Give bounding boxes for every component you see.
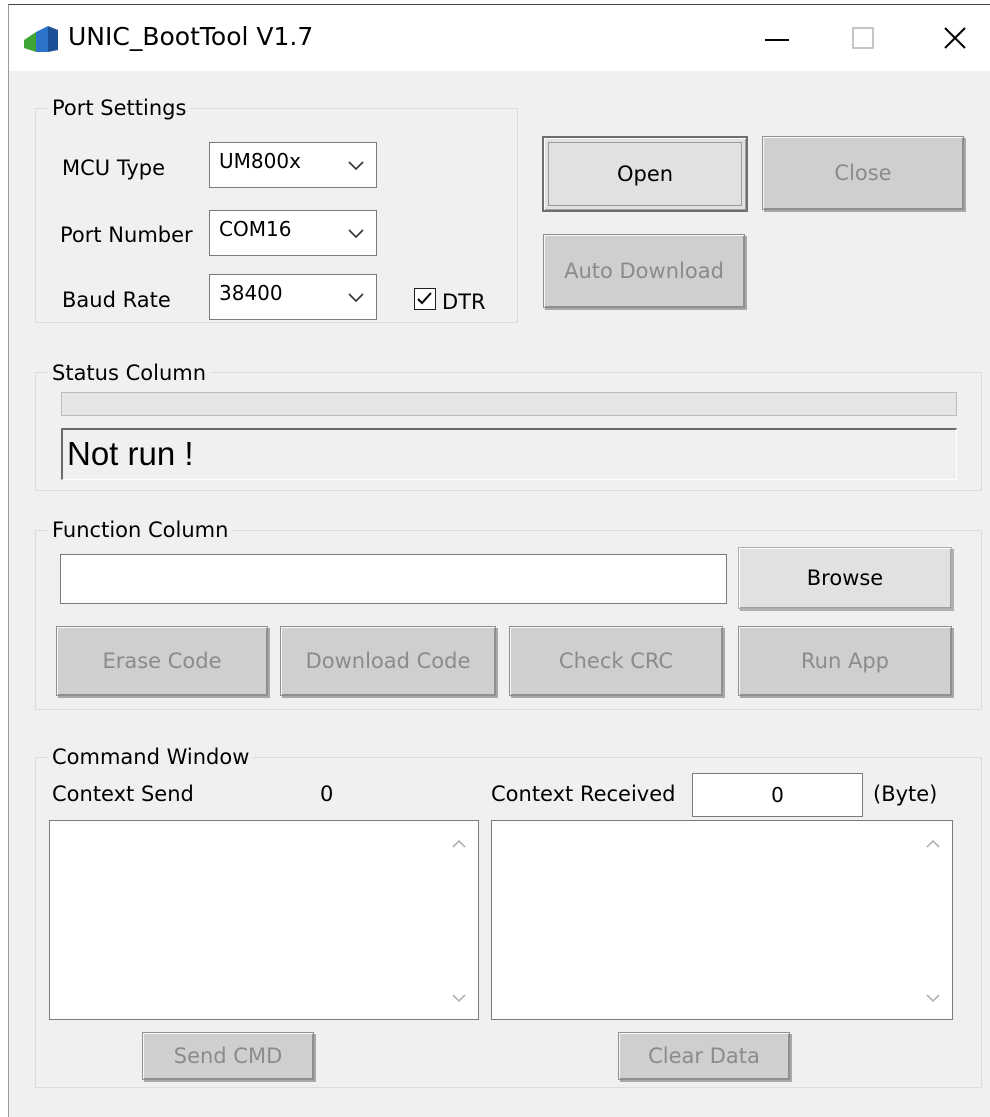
- minimize-button[interactable]: [732, 5, 822, 71]
- status-message: Not run !: [67, 435, 194, 472]
- chevron-down-icon: [348, 229, 364, 239]
- open-button[interactable]: Open: [542, 136, 748, 212]
- clear-data-button[interactable]: Clear Data: [618, 1032, 790, 1080]
- minimize-icon: [765, 39, 789, 41]
- baud-rate-value: 38400: [219, 281, 283, 305]
- baud-rate-label: Baud Rate: [62, 288, 171, 312]
- mcu-type-select[interactable]: UM800x: [209, 142, 377, 188]
- port-number-label: Port Number: [60, 223, 193, 247]
- auto-download-button[interactable]: Auto Download: [543, 234, 745, 308]
- erase-code-button[interactable]: Erase Code: [56, 626, 268, 696]
- byte-unit-label: (Byte): [873, 782, 938, 806]
- port-settings-legend: Port Settings: [48, 95, 191, 121]
- browse-button[interactable]: Browse: [738, 547, 952, 609]
- progress-bar: [61, 392, 957, 416]
- status-message-box: Not run !: [61, 428, 957, 480]
- send-cmd-button[interactable]: Send CMD: [142, 1032, 314, 1080]
- context-send-textarea[interactable]: [49, 820, 479, 1020]
- status-column-legend: Status Column: [48, 360, 211, 386]
- baud-rate-select[interactable]: 38400: [209, 274, 377, 320]
- maximize-icon: [852, 27, 874, 49]
- context-received-textarea[interactable]: [491, 820, 953, 1020]
- dtr-checkbox[interactable]: [414, 288, 436, 310]
- close-icon: [944, 27, 966, 49]
- close-button[interactable]: Close: [762, 136, 964, 210]
- context-send-count: 0: [320, 782, 334, 806]
- scroll-up-icon[interactable]: [926, 839, 940, 849]
- dtr-label: DTR: [442, 290, 486, 314]
- scroll-down-icon[interactable]: [926, 993, 940, 1003]
- port-number-select[interactable]: COM16: [209, 210, 377, 256]
- command-window-legend: Command Window: [48, 744, 254, 770]
- context-received-count-field[interactable]: 0: [692, 773, 863, 817]
- chevron-down-icon: [348, 293, 364, 303]
- context-received-label: Context Received: [491, 782, 676, 806]
- file-path-input[interactable]: [60, 554, 727, 604]
- check-crc-button[interactable]: Check CRC: [509, 626, 723, 696]
- context-received-count: 0: [771, 783, 784, 807]
- app-logo-icon: [22, 22, 60, 56]
- scroll-down-icon[interactable]: [452, 993, 466, 1003]
- mcu-type-label: MCU Type: [62, 156, 166, 180]
- download-code-button[interactable]: Download Code: [280, 626, 496, 696]
- mcu-type-value: UM800x: [219, 149, 301, 173]
- context-send-label: Context Send: [52, 782, 194, 806]
- port-number-value: COM16: [219, 217, 292, 241]
- maximize-button[interactable]: [818, 5, 908, 71]
- function-column-legend: Function Column: [48, 517, 233, 543]
- checkmark-icon: [417, 292, 432, 305]
- window-title: UNIC_BootTool V1.7: [68, 22, 314, 51]
- close-window-button[interactable]: [910, 5, 990, 71]
- run-app-button[interactable]: Run App: [738, 626, 952, 696]
- scroll-up-icon[interactable]: [452, 839, 466, 849]
- chevron-down-icon: [348, 161, 364, 171]
